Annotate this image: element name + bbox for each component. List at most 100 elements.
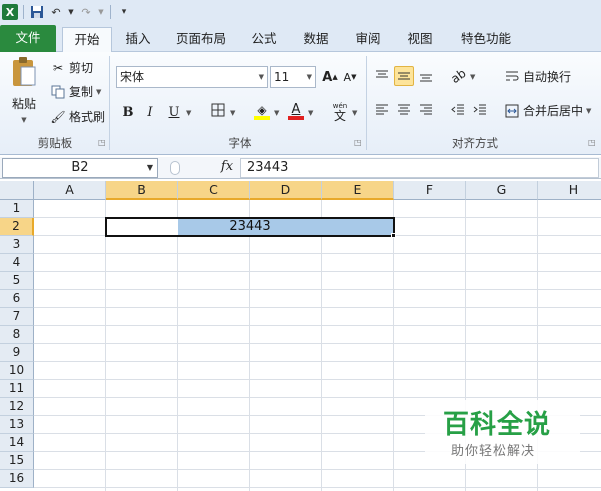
column-header-b[interactable]: B — [106, 181, 178, 200]
redo-dropdown-icon[interactable]: ▼ — [97, 4, 105, 20]
font-size-dropdown-icon[interactable]: ▼ — [307, 67, 312, 87]
tab-page-layout[interactable]: 页面布局 — [172, 27, 230, 52]
italic-button[interactable]: I — [140, 102, 160, 122]
clipboard-group-label: 剪贴板 — [37, 136, 73, 150]
formula-bar-splitter-icon[interactable] — [170, 161, 180, 175]
copy-button[interactable]: 复制 ▼ — [50, 83, 101, 100]
paste-button[interactable]: 粘贴 ▼ — [10, 56, 38, 124]
insert-function-button[interactable]: fx — [216, 158, 238, 178]
copy-dropdown-icon[interactable]: ▼ — [96, 88, 101, 96]
name-box-dropdown-icon[interactable]: ▼ — [147, 159, 153, 177]
orientation-button[interactable]: ab — [448, 66, 468, 86]
fill-color-button[interactable]: ◈ — [252, 102, 272, 122]
row-header-10[interactable]: 10 — [0, 362, 34, 380]
gridline-horizontal — [34, 469, 601, 470]
column-header-e[interactable]: E — [322, 181, 394, 200]
row-header-7[interactable]: 7 — [0, 308, 34, 326]
column-header-h[interactable]: H — [538, 181, 601, 200]
tab-data[interactable]: 数据 — [296, 27, 336, 52]
gridline-vertical — [321, 200, 322, 491]
phonetic-button[interactable]: wén 文 — [328, 100, 352, 124]
orientation-dropdown-icon[interactable]: ▼ — [470, 73, 475, 81]
row-header-9[interactable]: 9 — [0, 344, 34, 362]
align-center-icon — [398, 104, 410, 115]
shrink-font-button[interactable]: A ▼ — [340, 67, 360, 87]
align-top-icon — [376, 70, 388, 78]
row-header-15[interactable]: 15 — [0, 452, 34, 470]
tab-view[interactable]: 视图 — [400, 27, 440, 52]
undo-dropdown-icon[interactable]: ▼ — [67, 4, 75, 20]
align-center-button[interactable] — [394, 100, 414, 120]
align-right-button[interactable] — [416, 100, 436, 120]
row-header-8[interactable]: 8 — [0, 326, 34, 344]
align-bottom-button[interactable] — [416, 66, 436, 86]
tab-formulas[interactable]: 公式 — [244, 27, 284, 52]
column-header-a[interactable]: A — [34, 181, 106, 200]
customize-qat-icon[interactable]: ▾ — [116, 4, 132, 20]
select-all-corner[interactable] — [0, 181, 34, 200]
row-header-3[interactable]: 3 — [0, 236, 34, 254]
fill-handle[interactable] — [391, 233, 396, 238]
column-header-f[interactable]: F — [394, 181, 466, 200]
row-header-6[interactable]: 6 — [0, 290, 34, 308]
underline-button[interactable]: U — [164, 102, 184, 122]
tab-insert[interactable]: 插入 — [118, 27, 158, 52]
quick-access-toolbar: X ↶ ▼ ↷ ▼ ▾ — [0, 0, 601, 24]
name-box[interactable]: B2 ▼ — [2, 158, 158, 178]
redo-icon[interactable]: ↷ — [78, 4, 94, 20]
formula-input[interactable]: 23443 — [240, 158, 599, 178]
tab-file[interactable]: 文件 — [0, 25, 56, 52]
row-header-14[interactable]: 14 — [0, 434, 34, 452]
row-header-13[interactable]: 13 — [0, 416, 34, 434]
align-bottom-icon — [420, 74, 432, 82]
column-header-d[interactable]: D — [250, 181, 322, 200]
decrease-indent-button[interactable] — [448, 100, 468, 120]
align-left-button[interactable] — [372, 100, 392, 120]
format-painter-button[interactable]: 🖌 格式刷 — [50, 108, 105, 125]
tab-features[interactable]: 特色功能 — [454, 27, 518, 52]
column-header-c[interactable]: C — [178, 181, 250, 200]
merge-center-button[interactable]: 合并后居中 ▼ — [504, 102, 591, 119]
alignment-launcher-icon[interactable]: ◳ — [588, 138, 596, 147]
fill-color-swatch — [254, 116, 270, 120]
row-header-1[interactable]: 1 — [0, 200, 34, 218]
row-header-4[interactable]: 4 — [0, 254, 34, 272]
row-header-5[interactable]: 5 — [0, 272, 34, 290]
column-header-g[interactable]: G — [466, 181, 538, 200]
row-header-12[interactable]: 12 — [0, 398, 34, 416]
scissors-icon: ✂ — [52, 60, 64, 75]
wrap-text-button[interactable]: 自动换行 — [504, 68, 571, 85]
row-header-11[interactable]: 11 — [0, 380, 34, 398]
cut-button[interactable]: ✂ 剪切 — [50, 59, 93, 76]
phonetic-dropdown-icon[interactable]: ▼ — [352, 109, 357, 117]
align-middle-button[interactable] — [394, 66, 414, 86]
merge-center-dropdown-icon[interactable]: ▼ — [586, 107, 591, 115]
border-icon — [211, 103, 225, 121]
undo-icon[interactable]: ↶ — [48, 4, 64, 20]
font-name-combo[interactable]: 宋体 ▼ — [116, 66, 268, 88]
watermark: 百科全说 助你轻松解决 — [425, 400, 580, 464]
font-launcher-icon[interactable]: ◳ — [354, 138, 362, 147]
row-header-2[interactable]: 2 — [0, 218, 34, 236]
underline-dropdown-icon[interactable]: ▼ — [186, 109, 191, 117]
grow-font-button[interactable]: A ▲ — [320, 67, 340, 87]
clipboard-launcher-icon[interactable]: ◳ — [98, 138, 106, 147]
align-top-button[interactable] — [372, 66, 392, 86]
border-button[interactable] — [208, 102, 228, 122]
tab-review[interactable]: 审阅 — [348, 27, 388, 52]
save-icon[interactable] — [29, 4, 45, 20]
excel-logo-icon[interactable]: X — [2, 4, 18, 20]
border-dropdown-icon[interactable]: ▼ — [230, 109, 235, 117]
tab-home[interactable]: 开始 — [62, 27, 112, 53]
increase-indent-button[interactable] — [470, 100, 490, 120]
qat-divider — [110, 5, 111, 19]
fill-color-dropdown-icon[interactable]: ▼ — [274, 109, 279, 117]
paste-dropdown-icon[interactable]: ▼ — [21, 116, 26, 124]
bold-button[interactable]: B — [118, 102, 138, 122]
font-color-dropdown-icon[interactable]: ▼ — [308, 109, 313, 117]
watermark-title: 百科全说 — [443, 410, 552, 440]
font-size-combo[interactable]: 11 ▼ — [270, 66, 316, 88]
font-name-dropdown-icon[interactable]: ▼ — [259, 67, 264, 87]
row-header-16[interactable]: 16 — [0, 470, 34, 488]
font-color-button[interactable]: A — [286, 102, 306, 122]
